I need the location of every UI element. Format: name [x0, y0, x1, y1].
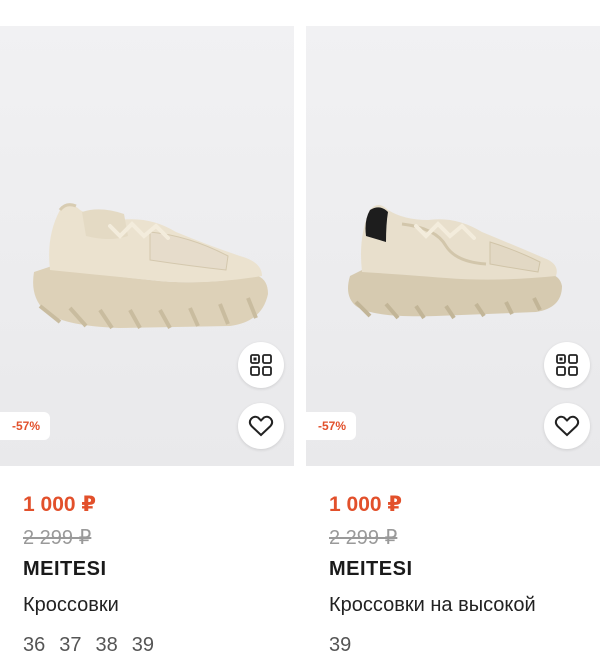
product-image[interactable]: -57%	[0, 26, 294, 466]
product-name[interactable]: Кроссовки	[23, 592, 294, 618]
product-card[interactable]: -57% 1 000 ₽ 2 299 ₽ MEITESI Кроссовки н…	[306, 0, 600, 670]
old-price: 2 299 ₽	[23, 527, 92, 549]
sneaker-image-icon	[33, 203, 268, 330]
brand-name: MEITESI	[23, 558, 107, 580]
heart-icon	[554, 415, 580, 437]
heart-icon	[248, 415, 274, 437]
product-image[interactable]: -57%	[306, 26, 600, 466]
size-item: 38	[95, 634, 118, 656]
size-list: 39	[329, 632, 351, 658]
size-item: 36	[23, 634, 46, 656]
current-price: 1 000 ₽	[329, 493, 402, 516]
size-list: 36 37 38 39	[23, 632, 154, 658]
product-card[interactable]: -57% 1 000 ₽ 2 299 ₽ MEITESI Кроссовки 3…	[0, 0, 294, 670]
product-name[interactable]: Кроссовки на высокой	[329, 592, 600, 618]
discount-badge: -57%	[306, 412, 357, 440]
favorite-button[interactable]	[238, 403, 284, 449]
similar-items-button[interactable]	[544, 342, 590, 388]
favorite-button[interactable]	[544, 403, 590, 449]
sneaker-image-icon	[348, 205, 562, 320]
brand-name: MEITESI	[329, 558, 413, 580]
old-price: 2 299 ₽	[329, 527, 398, 549]
current-price: 1 000 ₽	[23, 493, 96, 516]
similar-items-button[interactable]	[238, 342, 284, 388]
size-item: 39	[131, 634, 154, 656]
size-item: 39	[329, 634, 352, 656]
similar-items-icon	[556, 354, 578, 376]
discount-badge: -57%	[0, 412, 51, 440]
similar-items-icon	[250, 354, 272, 376]
size-item: 37	[59, 634, 82, 656]
